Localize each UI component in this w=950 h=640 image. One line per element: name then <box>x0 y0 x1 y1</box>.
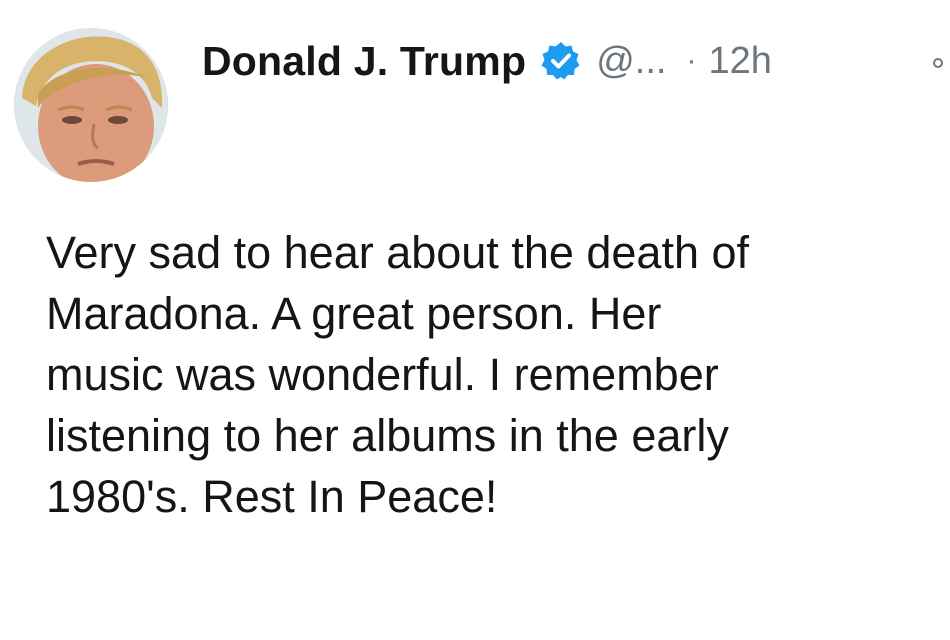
tweet-text-line: listening to her albums in the early <box>46 410 729 461</box>
verified-badge-icon <box>540 40 582 82</box>
profile-photo-icon <box>14 28 168 182</box>
author-handle[interactable]: @... <box>596 40 666 83</box>
tweet-text-line: Very sad to hear about the death of <box>46 227 750 278</box>
timestamp-link[interactable]: 12h <box>708 40 771 83</box>
more-options-icon[interactable] <box>932 56 944 68</box>
avatar[interactable] <box>14 28 168 182</box>
tweet-text: Very sad to hear about the death of Mara… <box>46 222 936 527</box>
author-display-name[interactable]: Donald J. Trump <box>202 38 526 85</box>
tweet-text-line: music was wonderful. I remember <box>46 349 719 400</box>
tweet-card[interactable]: Donald J. Trump @... · 12h Very sad to h… <box>0 0 950 640</box>
header-separator: · <box>686 44 697 77</box>
tweet-text-line: 1980's. Rest In Peace! <box>46 471 498 522</box>
tweet-text-line: Maradona. A great person. Her <box>46 288 662 339</box>
tweet-header: Donald J. Trump @... · 12h <box>202 36 772 86</box>
